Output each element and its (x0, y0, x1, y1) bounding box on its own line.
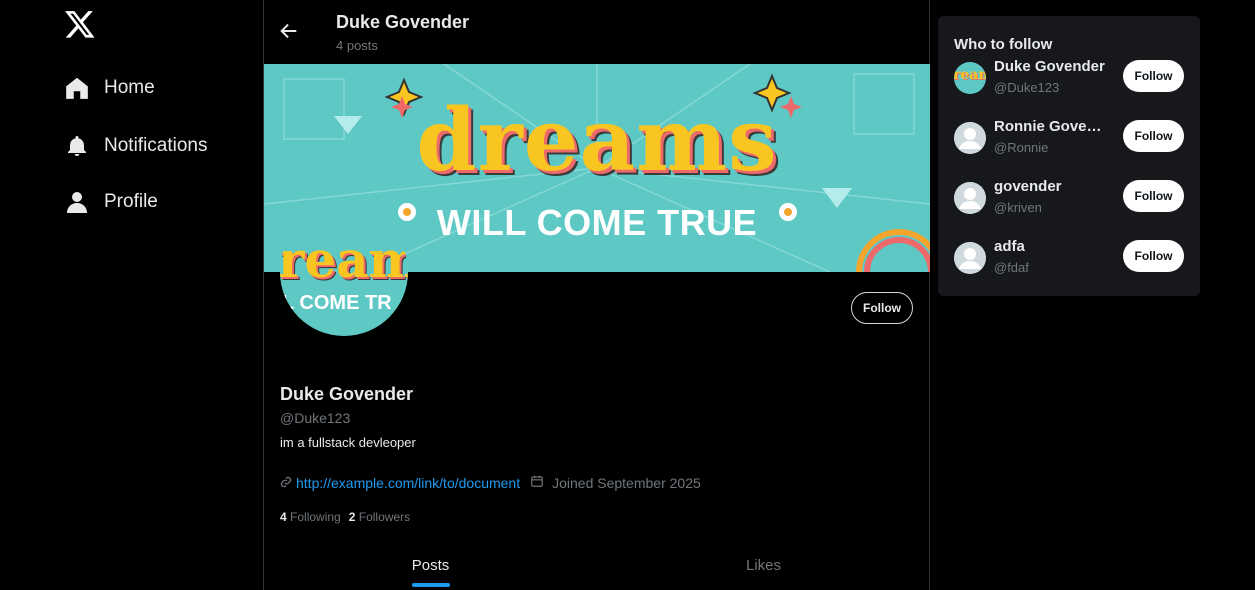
suggestion-name: Ronnie Govender (994, 118, 1109, 135)
profile-joined: Joined September 2025 (552, 474, 701, 491)
banner-title: dreams (416, 90, 778, 191)
suggestion-item[interactable]: Ronnie Govender @Ronnie Follow (954, 118, 1184, 166)
link-icon (280, 475, 292, 491)
following-count: 4 (280, 510, 287, 524)
header-name: Duke Govender (336, 12, 470, 32)
followers-label: Followers (358, 510, 411, 524)
avatar: ream (954, 62, 986, 94)
suggestion-item[interactable]: govender @kriven Follow (954, 178, 1184, 226)
profile-column: Duke Govender 4 posts dreams WILL COME T… (263, 0, 930, 590)
profile-tabs: Posts Likes (264, 545, 930, 590)
avatar-text-bottom: L COME TR (282, 292, 392, 314)
suggestion-item[interactable]: ream Duke Govender @Duke123 Follow (954, 58, 1184, 106)
nav-profile[interactable]: Profile (64, 189, 158, 215)
avatar-text-top: ream (280, 230, 408, 289)
person-icon (64, 189, 90, 215)
follow-button[interactable]: Follow (1123, 60, 1184, 92)
default-avatar-icon (954, 242, 986, 274)
profile-bio: im a fullstack devleoper (280, 435, 416, 450)
suggestion-handle: @Duke123 (994, 80, 1060, 95)
tab-posts-label: Posts (411, 557, 450, 574)
back-arrow-icon[interactable] (278, 20, 300, 42)
profile-handle: @Duke123 (280, 410, 351, 426)
home-icon (64, 75, 90, 101)
who-to-follow-title: Who to follow (954, 36, 1053, 53)
nav-profile-label: Profile (104, 191, 158, 212)
follow-button[interactable]: Follow (851, 292, 913, 324)
calendar-icon (530, 474, 544, 491)
tab-likes[interactable]: Likes (597, 545, 930, 590)
avatar-text: ream (954, 67, 986, 83)
active-tab-indicator (411, 583, 450, 587)
left-navigation: Home Notifications Profile (0, 0, 263, 590)
following-label: Following (290, 510, 341, 524)
follow-button[interactable]: Follow (1123, 240, 1184, 272)
suggestion-handle: @fdaf (994, 260, 1029, 275)
follow-button[interactable]: Follow (1123, 120, 1184, 152)
followers-count: 2 (348, 510, 356, 524)
bell-icon (64, 133, 90, 159)
suggestion-item[interactable]: adfa @fdaf Follow (954, 238, 1184, 286)
nav-notifications-label: Notifications (104, 135, 208, 156)
nav-home-label: Home (104, 77, 155, 98)
suggestion-handle: @Ronnie (994, 140, 1049, 155)
tab-posts[interactable]: Posts (264, 545, 597, 590)
following-stat[interactable]: 4 Following (280, 510, 341, 524)
followers-stat[interactable]: 2 Followers (349, 510, 410, 524)
suggestion-name: govender (994, 178, 1062, 195)
profile-meta: http://example.com/link/to/document Join… (280, 474, 701, 491)
profile-avatar[interactable]: ream L COME TR (280, 208, 408, 336)
profile-name: Duke Govender (280, 384, 414, 404)
profile-header-bar: Duke Govender 4 posts (264, 0, 929, 64)
nav-notifications[interactable]: Notifications (64, 133, 208, 159)
header-post-count: 4 posts (336, 38, 378, 53)
profile-stats: 4 Following 2 Followers (280, 510, 410, 524)
default-avatar-icon (954, 182, 986, 214)
profile-link[interactable]: http://example.com/link/to/document (296, 475, 520, 491)
suggestion-name: adfa (994, 238, 1025, 255)
x-logo-icon[interactable] (64, 8, 96, 40)
follow-button[interactable]: Follow (1123, 180, 1184, 212)
suggestion-name: Duke Govender (994, 58, 1105, 75)
default-avatar-icon (954, 122, 986, 154)
who-to-follow-panel: Who to follow ream Duke Govender @Duke12… (938, 16, 1200, 296)
suggestion-handle: @kriven (994, 200, 1042, 215)
nav-home[interactable]: Home (64, 75, 155, 101)
tab-likes-label: Likes (745, 557, 782, 574)
